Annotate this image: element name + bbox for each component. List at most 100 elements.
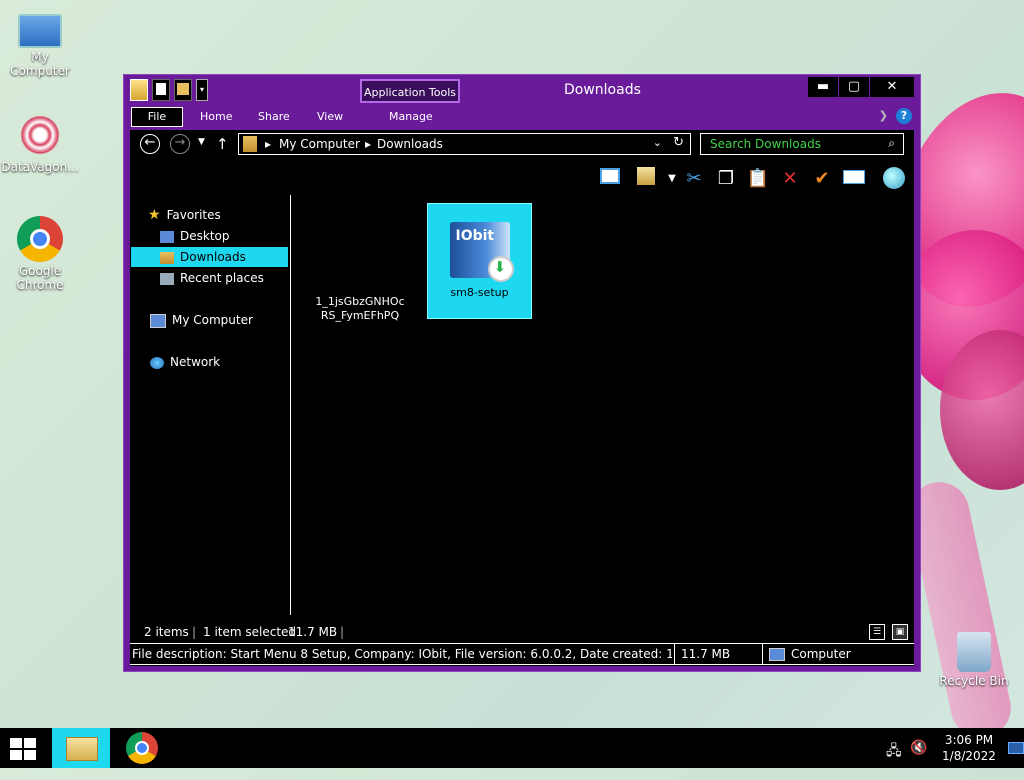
nav-downloads-label: Downloads bbox=[180, 250, 246, 264]
show-desktop-icon[interactable] bbox=[1008, 742, 1024, 754]
nav-network-label: Network bbox=[170, 355, 221, 369]
nav-my-computer-label: My Computer bbox=[172, 313, 253, 327]
desktop-icon-datavagon[interactable]: DataVagon... bbox=[0, 112, 80, 174]
nav-desktop[interactable]: Desktop bbox=[160, 226, 230, 246]
folder-icon bbox=[243, 136, 257, 152]
file-item[interactable]: 1_1jsGbzGNHOcRS_FymEFhPQ bbox=[304, 295, 416, 323]
computer-icon bbox=[18, 14, 62, 48]
desktop-icon-recycle-bin[interactable]: Recycle Bin bbox=[934, 632, 1014, 688]
recycle-bin-icon bbox=[957, 632, 991, 672]
file-name: sm8-setup bbox=[450, 286, 509, 299]
taskbar-file-explorer[interactable] bbox=[52, 728, 110, 768]
selection-count: 1 item selected bbox=[203, 625, 297, 639]
tab-view[interactable]: View bbox=[317, 107, 343, 127]
tab-file[interactable]: File bbox=[131, 107, 183, 127]
desktop-icon-label: Recycle Bin bbox=[939, 674, 1009, 688]
delete-icon[interactable]: ✕ bbox=[778, 167, 802, 191]
copy-icon[interactable]: ❐ bbox=[714, 167, 738, 191]
forward-button[interactable]: → bbox=[170, 134, 190, 154]
nav-downloads[interactable]: Downloads bbox=[131, 247, 288, 267]
globe-icon[interactable] bbox=[882, 167, 906, 191]
nav-recent-places[interactable]: Recent places bbox=[160, 268, 264, 288]
navigation-pane: ★ Favorites Desktop Downloads Recent plac… bbox=[130, 195, 291, 615]
application-tools-tab[interactable]: Application Tools bbox=[360, 79, 460, 103]
close-button[interactable]: ✕ bbox=[870, 77, 914, 97]
clock-date: 1/8/2022 bbox=[942, 749, 996, 763]
file-item-selected[interactable]: IObit sm8-setup bbox=[427, 203, 532, 319]
desktop-icon bbox=[160, 230, 174, 243]
nav-favorites[interactable]: ★ Favorites bbox=[148, 205, 221, 225]
organize-icon[interactable] bbox=[634, 167, 658, 191]
taskbar: 🖧 🔇 3:06 PM 1/8/2022 bbox=[0, 728, 1024, 768]
file-location-label: Computer bbox=[791, 647, 851, 661]
chrome-icon bbox=[17, 216, 63, 262]
refresh-icon[interactable]: ↻ bbox=[673, 135, 684, 150]
status-separator: | bbox=[192, 625, 197, 639]
desktop-icon-label: My Computer bbox=[10, 50, 70, 78]
window-title: Downloads bbox=[564, 82, 641, 98]
taskbar-chrome[interactable] bbox=[126, 732, 158, 764]
quick-access-toolbar: ▾ bbox=[130, 79, 208, 101]
volume-muted-icon[interactable]: 🔇 bbox=[910, 740, 927, 780]
select-icon[interactable]: ✔ bbox=[810, 167, 834, 191]
breadcrumb-separator-icon[interactable]: ▸ bbox=[365, 137, 371, 151]
new-folder-icon[interactable] bbox=[174, 79, 192, 101]
breadcrumb-separator-icon[interactable]: ▸ bbox=[265, 137, 271, 151]
paste-icon[interactable]: 📋 bbox=[746, 167, 770, 191]
preview-pane-icon[interactable] bbox=[598, 167, 622, 191]
file-size: 11.7 MB bbox=[674, 644, 767, 664]
properties-icon[interactable] bbox=[152, 79, 170, 101]
navigation-bar: ← → ▼ ↑ ▸ My Computer ▸ Downloads ⌄ ↻ Se… bbox=[130, 130, 914, 160]
search-input[interactable]: Search Downloads ⌕ bbox=[700, 133, 904, 155]
computer-icon bbox=[769, 648, 785, 661]
address-bar[interactable]: ▸ My Computer ▸ Downloads ⌄ ↻ bbox=[238, 133, 691, 155]
breadcrumb-my-computer[interactable]: My Computer bbox=[279, 137, 360, 151]
large-icons-view-icon[interactable]: ▣ bbox=[892, 624, 908, 640]
minimize-button[interactable]: ▬ bbox=[808, 77, 838, 97]
maximize-button[interactable]: ▢ bbox=[839, 77, 869, 97]
clock[interactable]: 3:06 PM 1/8/2022 bbox=[930, 732, 1008, 764]
breadcrumb-downloads[interactable]: Downloads bbox=[377, 137, 443, 151]
organize-dropdown-icon[interactable]: ▼ bbox=[660, 167, 684, 191]
desktop-icon-my-computer[interactable]: My Computer bbox=[0, 10, 80, 78]
cut-icon[interactable]: ✂ bbox=[682, 167, 706, 191]
tab-share[interactable]: Share bbox=[258, 107, 290, 127]
customize-qat-icon[interactable]: ▾ bbox=[196, 79, 208, 101]
tab-manage[interactable]: Manage bbox=[389, 107, 433, 127]
back-button[interactable]: ← bbox=[140, 134, 160, 154]
iobit-installer-icon: IObit bbox=[449, 222, 514, 282]
network-icon bbox=[150, 356, 164, 369]
details-bar: File description: Start Menu 8 Setup, Co… bbox=[130, 643, 914, 665]
command-toolbar: ▼ ✂ ❐ 📋 ✕ ✔ bbox=[130, 163, 914, 195]
nav-network[interactable]: Network bbox=[150, 352, 220, 372]
windows-logo-icon bbox=[24, 738, 36, 748]
start-button[interactable] bbox=[10, 738, 38, 760]
file-name: 1_1jsGbzGNHOcRS_FymEFhPQ bbox=[315, 295, 405, 322]
nav-my-computer[interactable]: My Computer bbox=[150, 310, 253, 330]
computer-icon bbox=[150, 313, 166, 328]
nav-desktop-label: Desktop bbox=[180, 229, 230, 243]
recent-places-icon bbox=[160, 272, 174, 285]
file-location: Computer bbox=[762, 644, 899, 664]
rename-icon[interactable] bbox=[842, 167, 866, 191]
network-tray-icon[interactable]: 🖧 bbox=[886, 740, 902, 780]
help-icon[interactable]: ? bbox=[896, 108, 912, 124]
clock-time: 3:06 PM bbox=[944, 733, 994, 747]
file-list: 1_1jsGbzGNHOcRS_FymEFhPQ IObit sm8-setup bbox=[292, 195, 912, 615]
tab-home[interactable]: Home bbox=[200, 107, 232, 127]
nav-recent-places-label: Recent places bbox=[180, 271, 264, 285]
datavagon-icon bbox=[17, 112, 63, 158]
file-explorer-icon bbox=[66, 737, 98, 761]
desktop-icon-label: DataVagon... bbox=[1, 160, 79, 174]
details-view-icon[interactable]: ☰ bbox=[869, 624, 885, 640]
address-dropdown-icon[interactable]: ⌄ bbox=[653, 136, 662, 149]
desktop-icon-chrome[interactable]: Google Chrome bbox=[0, 216, 80, 292]
recent-locations-icon[interactable]: ▼ bbox=[198, 137, 205, 147]
expand-ribbon-icon[interactable]: ❯ bbox=[879, 109, 888, 122]
title-bar[interactable]: ▾ Application Tools Downloads ▬ ▢ ✕ bbox=[124, 75, 920, 105]
status-bar: 2 items | 1 item selected 11.7 MB | ☰ ▣ bbox=[130, 621, 914, 643]
up-button[interactable]: ↑ bbox=[216, 135, 229, 153]
folder-icon[interactable] bbox=[130, 79, 148, 101]
search-icon[interactable]: ⌕ bbox=[888, 136, 895, 151]
star-icon: ★ bbox=[148, 207, 161, 223]
